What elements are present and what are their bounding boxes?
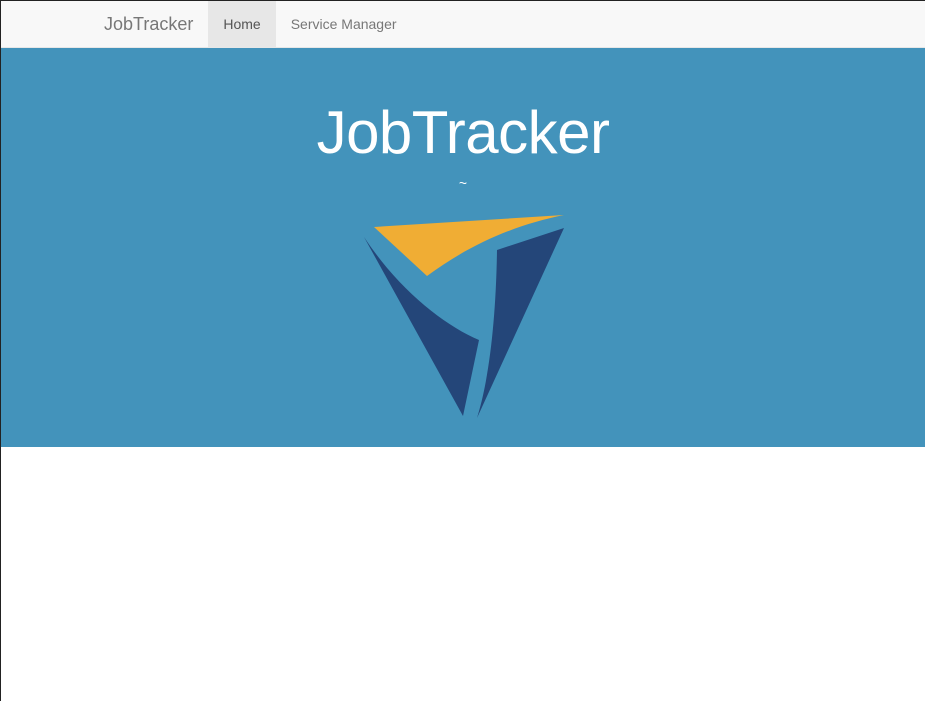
page-frame: JobTracker Home Service Manager JobTrack… xyxy=(0,0,925,701)
nav-item-home[interactable]: Home xyxy=(208,1,276,47)
hero-banner: JobTracker ~ xyxy=(1,48,925,447)
navbar-brand[interactable]: JobTracker xyxy=(104,1,208,47)
logo-navy-right-blade xyxy=(477,228,564,418)
jobtracker-logo-icon xyxy=(364,215,564,418)
nav-item-service-manager[interactable]: Service Manager xyxy=(276,1,412,47)
hero-subtitle: ~ xyxy=(458,175,468,191)
hero-title: JobTracker xyxy=(316,99,610,166)
top-navbar: JobTracker Home Service Manager xyxy=(1,1,925,48)
main-content xyxy=(1,447,925,701)
